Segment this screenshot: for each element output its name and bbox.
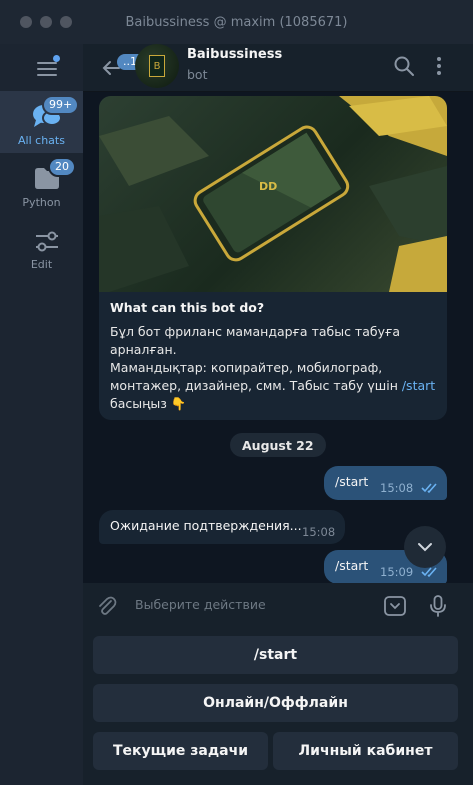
- message-incoming[interactable]: Ожидание подтверждения... 15:08: [99, 510, 345, 544]
- sliders-icon: [36, 231, 58, 252]
- zoom-window-button[interactable]: [60, 16, 72, 28]
- bot-keyboard-icon[interactable]: [383, 594, 407, 618]
- messages-area[interactable]: DD What can this bot do? Бұл бот фриланс…: [83, 92, 473, 583]
- start-command-link[interactable]: /start: [402, 378, 435, 393]
- message-text: /start: [335, 558, 369, 573]
- main-menu-button[interactable]: [33, 55, 61, 82]
- card-description: Бұл бот фриланс мамандарға табыс табуға …: [110, 323, 440, 413]
- title-bar: Baibussiness @ maxim (1085671): [0, 0, 473, 44]
- online-offline-button[interactable]: Онлайн/Оффлайн: [93, 684, 458, 722]
- chevron-down-icon: [418, 543, 432, 552]
- microphone-icon[interactable]: [426, 594, 450, 618]
- minimize-window-button[interactable]: [40, 16, 52, 28]
- description-text-end: басыңыз 👇: [110, 396, 187, 411]
- folders-sidebar: 99+ All chats 20 Python Edit: [0, 44, 83, 785]
- logo-text: DD: [259, 180, 277, 193]
- message-composer: Выберите действие: [83, 583, 473, 629]
- message-text: Ожидание подтверждения...: [110, 518, 302, 533]
- description-text: Бұл бот фриланс мамандарға табыс табуға …: [110, 324, 401, 393]
- phone-illustration: DD: [99, 96, 447, 292]
- menu-icon-line: [37, 68, 57, 70]
- date-separator: August 22: [230, 433, 326, 457]
- telegram-window: Baibussiness @ maxim (1085671) 99+ All c…: [0, 0, 473, 785]
- message-input[interactable]: Выберите действие: [135, 597, 266, 612]
- close-window-button[interactable]: [20, 16, 32, 28]
- double-check-icon: [421, 483, 437, 494]
- message-time: 15:08: [302, 525, 336, 539]
- message-text: /start: [335, 474, 369, 489]
- folder-all-chats[interactable]: 99+ All chats: [0, 91, 83, 153]
- paperclip-icon[interactable]: [95, 594, 119, 618]
- bot-cover-image: DD: [99, 96, 447, 292]
- folder-label: Edit: [30, 258, 53, 271]
- search-icon[interactable]: [392, 54, 416, 78]
- start-button[interactable]: /start: [93, 636, 458, 674]
- more-vertical-icon[interactable]: [427, 54, 451, 78]
- chat-name[interactable]: Baibussiness: [187, 47, 282, 62]
- folder-label: All chats: [18, 134, 65, 147]
- back-button[interactable]: ..12: [97, 54, 150, 82]
- folder-badge: 99+: [42, 95, 80, 115]
- unread-dot: [53, 55, 60, 62]
- personal-cabinet-button[interactable]: Личный кабинет: [273, 732, 458, 770]
- bot-reply-keyboard: /start Онлайн/Оффлайн Текущие задачи Лич…: [83, 629, 473, 785]
- message-outgoing[interactable]: /start 15:08: [324, 466, 447, 500]
- folder-edit[interactable]: Edit: [0, 215, 83, 277]
- scroll-to-bottom-button[interactable]: [404, 526, 446, 568]
- avatar[interactable]: B: [135, 44, 179, 88]
- folder-badge: 20: [48, 157, 76, 177]
- bot-description-card: DD What can this bot do? Бұл бот фриланс…: [99, 96, 447, 420]
- card-title: What can this bot do?: [110, 300, 265, 315]
- window-controls: [20, 16, 72, 28]
- current-tasks-button[interactable]: Текущие задачи: [93, 732, 268, 770]
- message-time: 15:09: [380, 565, 414, 579]
- avatar-letter: B: [149, 55, 165, 77]
- message-time: 15:08: [380, 481, 414, 495]
- folder-label: Python: [22, 196, 61, 209]
- chat-status: bot: [187, 67, 208, 82]
- menu-icon: [37, 62, 57, 64]
- folder-python[interactable]: 20 Python: [0, 153, 83, 215]
- chat-header: ..12 B Baibussiness bot: [83, 44, 473, 92]
- window-title: Baibussiness @ maxim (1085671): [125, 14, 348, 30]
- menu-icon-line: [37, 74, 57, 76]
